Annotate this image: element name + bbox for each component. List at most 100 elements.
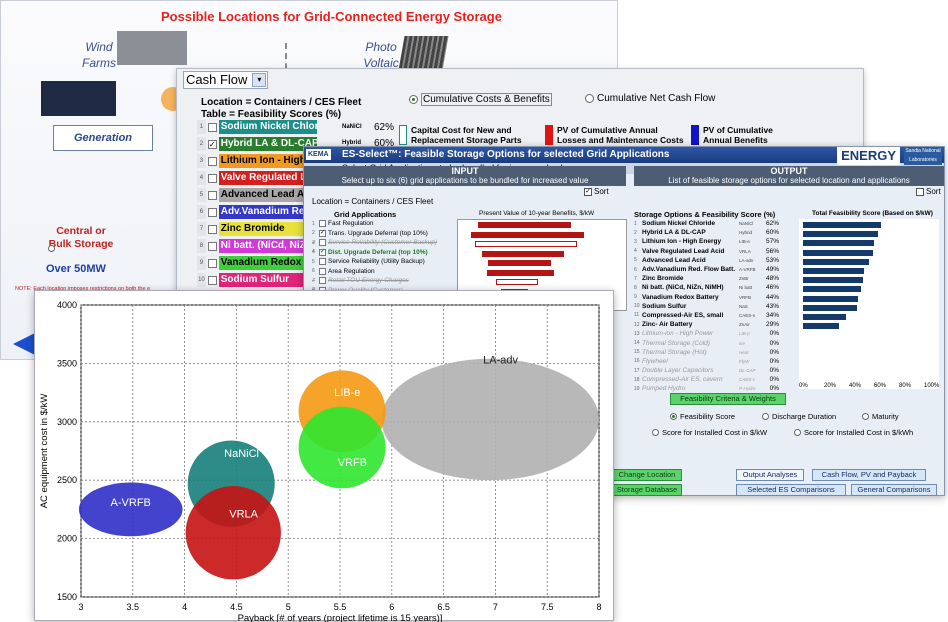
technology-row[interactable]: 6 Adv.Vanadium Red [197,204,317,220]
checkbox-icon[interactable]: ✓ [584,187,592,196]
option-abbr: LA-adv [739,257,754,263]
power-plant-image [41,81,116,116]
technology-row[interactable]: 2 ✓ Hybrid LA & DL-CAP [197,136,317,152]
y-tick-label: 3500 [57,358,77,368]
grid-application-row[interactable]: 6 Area Regulation [312,267,457,277]
back-arrow-icon[interactable] [13,333,35,355]
bubble-label: LIB-e [334,387,360,399]
radio-button-icon[interactable] [762,413,769,420]
feasibility-bar [803,286,861,293]
bubble-vrfb [298,406,386,489]
grid-application-row[interactable]: 2 ✓ Trans. Upgrade Deferral (top 10%) [312,229,457,239]
checkbox-icon[interactable] [207,173,217,183]
grid-application-row[interactable]: 7 Retail TOU Energy Charges [312,276,457,286]
option-abbr: Hybrid [739,230,753,236]
option-abbr: DL-CAP [739,368,756,374]
radio-button-icon[interactable] [585,94,594,103]
y-tick-label: 2000 [57,534,77,544]
radio-discharge-duration[interactable]: Discharge Duration [762,412,836,421]
feasibility-criteria-button[interactable]: Feasibility Criteria & Weights [670,393,786,405]
technology-row[interactable]: 8 Ni batt. (NiCd, NiZn [197,238,317,254]
storage-option-row: 8 Ni batt. (NiCd, NiZn, NiMH) Ni batt 46% [634,283,794,292]
grid-applications-list: 1 Fast Regulation 2 ✓ Trans. Upgrade Deferra… [312,219,457,295]
checkbox-icon[interactable] [207,275,217,285]
output-sort-checkbox[interactable]: Sort [916,187,941,196]
radio-cumulative-net[interactable]: Cumulative Net Cash Flow [585,93,715,104]
output-analyses-button[interactable]: Output Analyses [736,469,804,481]
checkbox-icon[interactable] [207,258,217,268]
checkbox-icon[interactable]: ✓ [207,139,217,149]
option-score: 29% [765,321,779,329]
change-location-button[interactable]: Change Location [612,469,682,481]
technology-row[interactable]: 10 Sodium Sulfur [197,272,317,288]
radio-button-icon[interactable] [670,413,677,420]
checkbox-icon[interactable] [207,207,217,217]
storage-option-row: 13 Lithium-ion - High Power LIB-p 0% [634,329,794,338]
checkbox-icon[interactable] [207,224,217,234]
grid-application-row[interactable]: 5 Service Reliability (Utility Backup) [312,257,457,267]
pv-bar [471,231,584,238]
location-line: Location = Containers / CES Fleet [201,97,362,108]
radio-installed-kw[interactable]: Score for Installed Cost in $/kW [652,428,767,437]
storage-options-list: 1 Sodium Nickel Chloride NaNiCl 62% 2 Hybrid … [634,219,794,394]
row-number: 8 [197,239,206,253]
input-heading: INPUT [451,166,479,176]
radio-button-icon[interactable] [862,413,869,420]
grid-application-row[interactable]: 1 Fast Regulation [312,219,457,229]
chevron-down-icon[interactable]: ▾ [252,73,267,87]
radio-cumulative-costs[interactable]: Cumulative Costs & Benefits [409,93,552,106]
technology-row[interactable]: 1 Sodium Nickel Chloride [197,119,317,135]
row-number: 15 [634,349,640,356]
technology-row[interactable]: 7 Zinc Bromide [197,221,317,237]
checkbox-icon[interactable] [207,241,217,251]
central-storage-radio[interactable] [48,245,55,252]
grid-application-row[interactable]: 4 ✓ Dist. Upgrade Deferral (top 10%) [312,248,457,258]
bubble-label: VRFB [338,457,367,469]
selected-comparisons-button[interactable]: Selected ES Comparisons [736,484,846,496]
checkbox-icon[interactable] [319,220,326,228]
cash-flow-button[interactable]: Cash Flow, PV and Payback [812,469,926,481]
checkbox-icon[interactable] [319,239,326,247]
technology-row[interactable]: 5 Advanced Lead Ac [197,187,317,203]
axis-tick-label: 40% [849,383,862,389]
checkbox-icon[interactable] [207,190,217,200]
radio-button-icon[interactable] [794,429,801,436]
checkbox-icon[interactable] [319,267,326,275]
option-score: 48% [765,275,779,283]
cash-flow-dropdown[interactable]: Cash Flow ▾ [183,71,269,89]
option-score: 53% [765,256,779,264]
option-abbr: LIB-e [739,239,750,245]
technology-row[interactable]: 3 Lithium Ion - High E [197,153,317,169]
checkbox-icon[interactable] [319,258,326,266]
checkbox-icon[interactable]: ✓ [319,248,326,256]
technology-row[interactable]: 9 Vanadium Redox B [197,255,317,271]
bubble-label: A-VRFB [111,497,151,509]
radio-button-icon[interactable] [652,429,659,436]
radio-button-icon[interactable] [409,95,418,104]
row-number: 19 [634,385,640,392]
checkbox-icon[interactable] [207,156,217,166]
row-number: 4 [312,249,315,256]
storage-option-row: 17 Double Layer Capacitors DL-CAP 0% [634,366,794,375]
checkbox-icon[interactable] [319,277,326,285]
option-score: 57% [765,238,779,246]
bubble-la-adv [381,358,599,481]
feasibility-bar [803,268,865,274]
general-comparisons-button[interactable]: General Comparisons [851,484,937,496]
radio-maturity[interactable]: Maturity [862,412,899,421]
option-abbr: VRFB [739,294,752,300]
checkbox-icon[interactable] [916,187,924,196]
option-name: Zinc- Air Battery [642,321,693,329]
option-score: 0% [769,376,779,384]
storage-database-button[interactable]: Storage Database [612,484,682,496]
checkbox-icon[interactable] [207,122,217,132]
radio-installed-kwh[interactable]: Score for Installed Cost in $/kWh [794,428,913,437]
option-name: Double Layer Capacitors [642,367,714,375]
checkbox-icon[interactable]: ✓ [319,229,326,237]
grid-application-row[interactable]: 3 Service Reliability (Customer Backup) [312,238,457,248]
input-sort-checkbox[interactable]: ✓ Sort [584,187,609,196]
storage-option-row: 5 Advanced Lead Acid LA-adv 53% [634,256,794,265]
technology-row[interactable]: 4 Valve Regulated L [197,170,317,186]
feasibility-bar [803,304,857,311]
radio-feasibility-score[interactable]: Feasibility Score [670,412,735,421]
